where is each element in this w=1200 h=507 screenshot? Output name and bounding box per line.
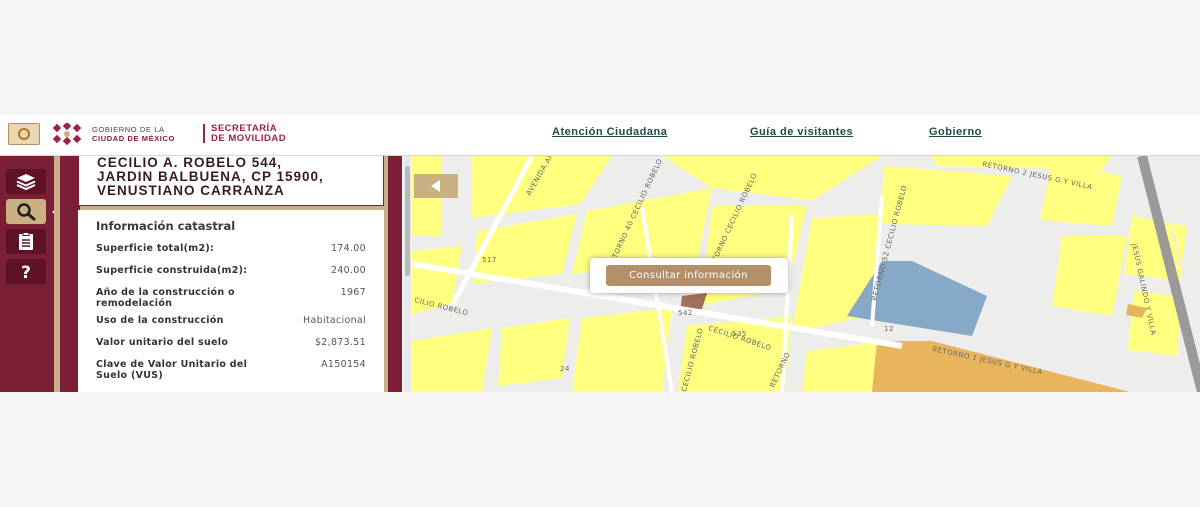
address-line1: CECILIO A. ROBELO 544,: [97, 155, 283, 170]
secretaria-name: SECRETARÍA DE MOVILIDAD: [211, 124, 286, 144]
bottom-blank-area: [0, 392, 1200, 507]
collapse-panel-button[interactable]: [414, 174, 458, 198]
cadastral-title: Información catastral: [96, 219, 236, 233]
nav-gobierno[interactable]: Gobierno: [929, 126, 982, 138]
lot-number: 12: [884, 325, 894, 333]
row-value: A150154: [321, 359, 366, 370]
row-label: Año de la construcción o remodelación: [96, 287, 235, 309]
search-button[interactable]: [6, 199, 46, 224]
report-button[interactable]: [6, 229, 46, 254]
government-name: GOBIERNO DE LA CIUDAD DE MÉXICO: [92, 125, 175, 143]
row-value: Habitacional: [303, 315, 366, 326]
consultar-informacion-button[interactable]: Consultar información: [606, 265, 771, 286]
address-line2: JARDIN BALBUENA, CP 15900,: [97, 169, 324, 184]
address-text: CECILIO A. ROBELO 544, JARDIN BALBUENA, …: [97, 156, 324, 198]
tool-sidebar: ?: [0, 156, 54, 392]
row-label: Superficie total(m2):: [96, 243, 215, 254]
row-value: 174.00: [330, 243, 366, 254]
help-button[interactable]: ?: [6, 259, 46, 284]
map-block: [572, 308, 672, 392]
help-icon: ?: [21, 263, 31, 281]
sec-line2: DE MOVILIDAD: [211, 133, 287, 144]
svg-text:?: ?: [21, 263, 31, 281]
gov-line1: GOBIERNO DE LA: [92, 125, 165, 134]
row-value: 1967: [340, 287, 366, 298]
site-header: GOBIERNO DE LA CIUDAD DE MÉXICO SECRETAR…: [0, 115, 1200, 156]
row-label: Superficie construida(m2):: [96, 265, 248, 276]
row-label: Clave de Valor Unitario del Suelo (VUS): [96, 359, 248, 381]
lot-number: 542: [678, 309, 693, 317]
address-line3: VENUSTIANO CARRANZA: [97, 183, 285, 198]
layers-button[interactable]: [6, 169, 46, 194]
address-box: CECILIO A. ROBELO 544, JARDIN BALBUENA, …: [78, 156, 384, 206]
top-blank-area: [0, 0, 1200, 115]
nav-guia-visitantes[interactable]: Guía de visitantes: [750, 126, 853, 138]
cdmx-logo-icon: [52, 123, 82, 145]
panel-scrollbar-thumb[interactable]: [405, 166, 410, 276]
nav-atencion-ciudadana[interactable]: Atención Ciudadana: [552, 126, 667, 138]
row-value: 240.00: [330, 265, 366, 276]
row-label: Uso de la construcción: [96, 315, 224, 326]
layers-icon: [16, 174, 36, 191]
header-divider: [203, 124, 205, 143]
lot-number: 24: [560, 365, 570, 373]
row-value: $2,873.51: [314, 337, 366, 348]
map-block: [498, 318, 570, 386]
map-view[interactable]: AVENIDA ANILLO RETORNO 40 CECILIO ROBELO…: [412, 156, 1200, 392]
search-icon: [17, 203, 36, 221]
coat-of-arms-icon: [8, 123, 40, 145]
lot-number: 535: [732, 330, 747, 338]
gov-line2: CIUDAD DE MÉXICO: [92, 134, 175, 143]
cadastral-info: Información catastral Superficie total(m…: [78, 210, 384, 392]
row-label: Valor unitario del suelo: [96, 337, 229, 348]
lot-number: 517: [482, 256, 497, 264]
clipboard-icon: [19, 232, 33, 250]
